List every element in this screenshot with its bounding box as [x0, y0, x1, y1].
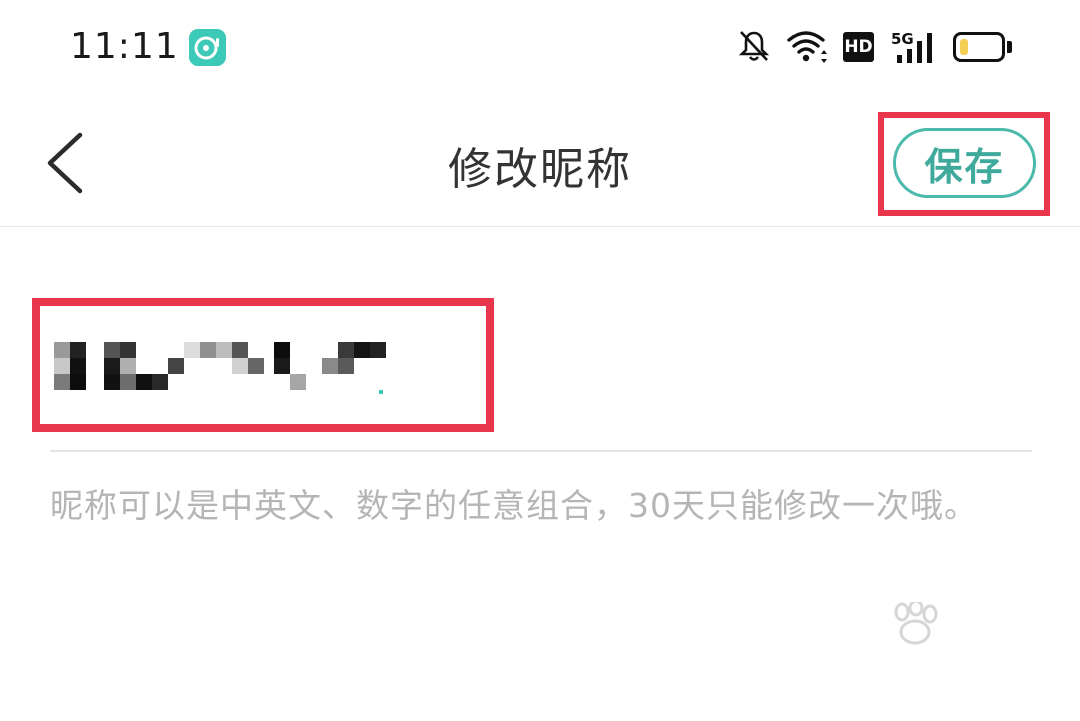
obscured-nickname-mosaic — [54, 342, 386, 394]
paw-icon — [894, 602, 938, 645]
nickname-input[interactable] — [40, 306, 486, 424]
5g-signal-icon — [897, 33, 932, 63]
battery-level — [960, 39, 968, 55]
app-header: 修改昵称 保存 — [0, 95, 1080, 227]
bell-muted-icon — [738, 31, 770, 61]
battery-tip — [1007, 41, 1012, 53]
hd-icon: HD — [843, 32, 874, 62]
wifi-icon — [787, 31, 827, 63]
nickname-hint: 昵称可以是中英文、数字的任意组合，30天只能修改一次哦。 — [50, 486, 978, 525]
baidu-jingyan-watermark — [826, 602, 1026, 702]
status-bar: 11:11 HD 5G — [0, 0, 1080, 95]
battery-icon — [953, 32, 1005, 62]
save-button[interactable]: 保存 — [893, 128, 1036, 198]
music-disc-icon — [189, 29, 226, 66]
status-time: 11:11 — [70, 26, 179, 67]
input-underline — [50, 450, 1032, 452]
